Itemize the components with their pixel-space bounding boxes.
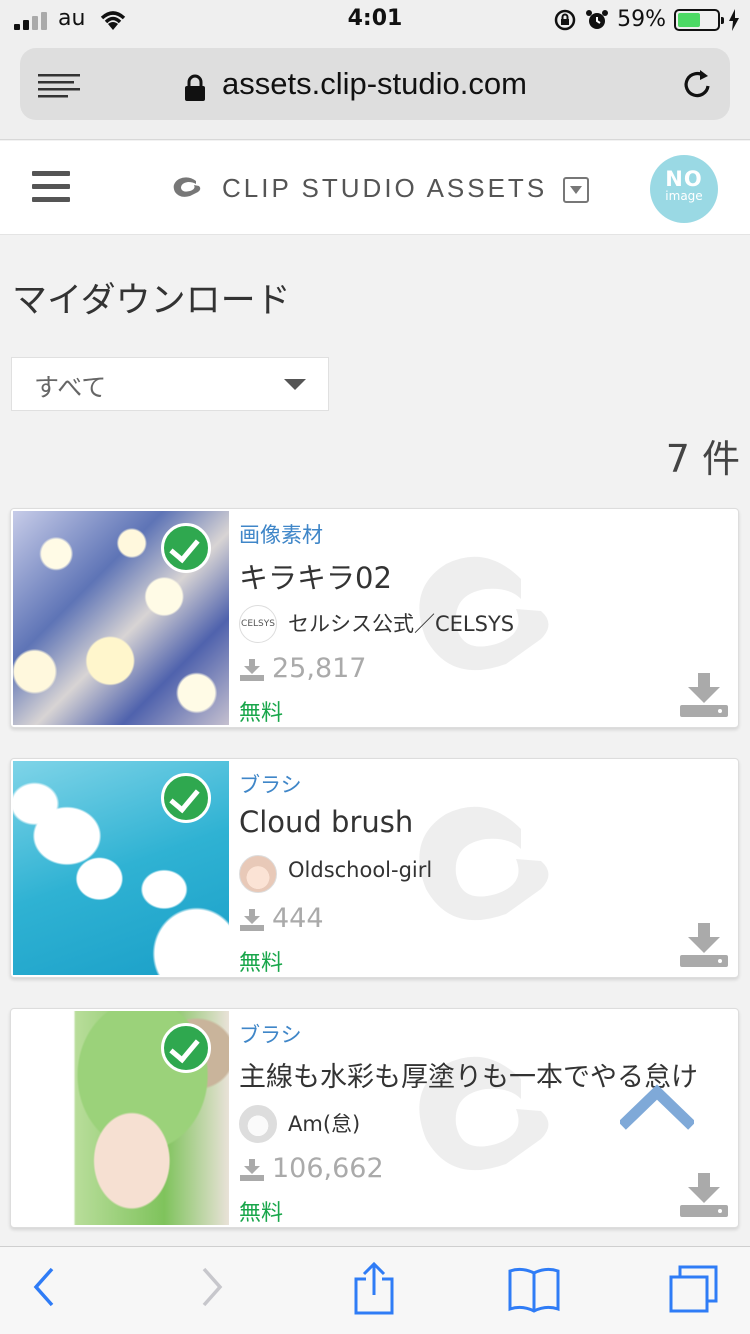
item-price: 無料 bbox=[239, 701, 284, 726]
hamburger-icon[interactable] bbox=[32, 171, 70, 210]
avatar[interactable]: NO image bbox=[650, 155, 718, 223]
rotation-lock-icon bbox=[554, 9, 576, 30]
download-count: 444 bbox=[272, 903, 324, 934]
status-bar: au 4:01 59% bbox=[0, 0, 750, 40]
list-item[interactable]: ブラシ Cloud brush Oldschool-girl 444 無料 bbox=[10, 758, 739, 978]
item-category[interactable]: ブラシ bbox=[239, 769, 302, 799]
page-title: マイダウンロード bbox=[12, 281, 291, 321]
share-icon[interactable] bbox=[352, 1261, 396, 1317]
charging-icon bbox=[729, 8, 739, 31]
author-avatar-text: CELSYS bbox=[241, 619, 275, 629]
back-icon[interactable] bbox=[30, 1265, 56, 1309]
download-count: 25,817 bbox=[272, 653, 367, 684]
download-icon[interactable] bbox=[680, 923, 728, 967]
reader-icon[interactable] bbox=[38, 74, 80, 100]
download-count-icon bbox=[240, 909, 264, 931]
item-category[interactable]: 画像素材 bbox=[239, 519, 323, 549]
tabs-icon[interactable] bbox=[668, 1265, 720, 1313]
item-thumbnail[interactable] bbox=[13, 511, 229, 725]
battery-icon bbox=[674, 8, 724, 31]
forward-icon[interactable] bbox=[200, 1265, 226, 1309]
item-author[interactable]: Oldschool-girl bbox=[288, 858, 432, 882]
item-author[interactable]: セルシス公式／CELSYS bbox=[288, 608, 514, 638]
url-text[interactable]: assets.clip-studio.com bbox=[222, 66, 527, 102]
filter-value: すべて bbox=[34, 373, 107, 402]
download-icon[interactable] bbox=[680, 673, 728, 717]
scroll-top-icon[interactable] bbox=[620, 1080, 694, 1130]
author-avatar[interactable]: CELSYS bbox=[239, 605, 277, 643]
avatar-text: NO bbox=[665, 167, 703, 191]
reload-icon[interactable] bbox=[682, 68, 714, 102]
item-price: 無料 bbox=[239, 951, 284, 976]
download-count-icon bbox=[240, 659, 264, 681]
dropdown-icon[interactable] bbox=[563, 177, 589, 203]
alarm-icon bbox=[586, 9, 609, 29]
avatar-subtext: image bbox=[665, 189, 703, 203]
item-author[interactable]: Am(怠) bbox=[288, 1108, 360, 1138]
list-item[interactable]: 画像素材 キラキラ02 CELSYS セルシス公式／CELSYS 25,817 … bbox=[10, 508, 739, 728]
item-category[interactable]: ブラシ bbox=[239, 1019, 302, 1049]
item-thumbnail[interactable] bbox=[13, 1011, 229, 1225]
check-icon bbox=[161, 1023, 211, 1073]
author-avatar[interactable] bbox=[239, 1105, 277, 1143]
logo-icon bbox=[173, 177, 201, 197]
download-count: 106,662 bbox=[272, 1153, 384, 1184]
bookmarks-icon[interactable] bbox=[506, 1265, 562, 1313]
item-thumbnail[interactable] bbox=[13, 761, 229, 975]
filter-select[interactable]: すべて bbox=[11, 357, 329, 411]
browser-address-area: assets.clip-studio.com bbox=[0, 40, 750, 140]
item-name[interactable]: キラキラ02 bbox=[239, 555, 392, 597]
author-avatar[interactable] bbox=[239, 855, 277, 893]
download-count-icon bbox=[240, 1159, 264, 1181]
item-name[interactable]: Cloud brush bbox=[239, 805, 413, 839]
site-header: CLIP STUDIO ASSETS NO image bbox=[0, 141, 750, 235]
check-icon bbox=[161, 773, 211, 823]
chevron-down-icon bbox=[284, 379, 306, 390]
browser-toolbar bbox=[0, 1246, 750, 1334]
brand-title[interactable]: CLIP STUDIO ASSETS bbox=[222, 173, 547, 204]
result-count: 7 件 bbox=[665, 437, 740, 481]
battery-percent: 59% bbox=[617, 7, 666, 32]
address-bar[interactable]: assets.clip-studio.com bbox=[20, 48, 730, 120]
lock-icon bbox=[185, 74, 205, 101]
item-price: 無料 bbox=[239, 1201, 284, 1226]
check-icon bbox=[161, 523, 211, 573]
download-icon[interactable] bbox=[680, 1173, 728, 1217]
